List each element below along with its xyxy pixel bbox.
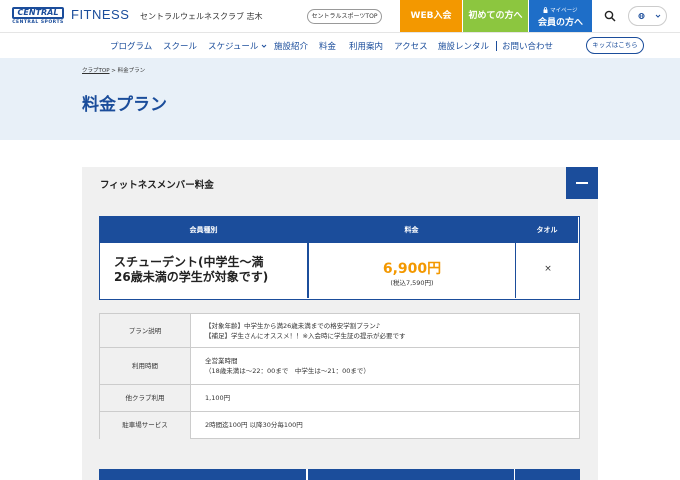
logo-main-text: CENTRAL	[12, 7, 64, 19]
language-selector[interactable]	[628, 6, 667, 26]
nav-access[interactable]: アクセス	[394, 40, 428, 52]
info-row-plan: プラン説明 【対象年齢】中学生から満26歳未満までの格安学割プラン♪ 【補足】学生…	[100, 314, 579, 348]
page-title: 料金プラン	[82, 95, 167, 115]
info-row-parking: 駐車場サービス 2時間迄100円 以降30分毎100円	[100, 412, 579, 439]
breadcrumb-separator: >	[111, 68, 116, 74]
minus-icon	[576, 182, 588, 184]
info-value: 【対象年齢】中学生から満26歳未満までの格安学割プラン♪ 【補足】学生さんにオスス…	[205, 322, 406, 340]
nav-rental[interactable]: 施設レンタル	[438, 40, 489, 52]
header-towel: タオル	[516, 217, 578, 243]
nav-program[interactable]: プログラム	[110, 40, 152, 52]
search-icon[interactable]	[604, 10, 616, 22]
fitness-brand[interactable]: FITNESS	[71, 7, 129, 22]
info-label: 他クラブ利用	[100, 385, 191, 411]
breadcrumb-current: 料金プラン	[117, 68, 146, 74]
main-nav: プログラム スクール スケジュール 施設紹介 料金 利用案内 アクセス 施設レン…	[0, 32, 680, 58]
breadcrumb-home[interactable]: クラブTOP	[82, 68, 110, 74]
column-divider	[306, 469, 308, 480]
collapse-button[interactable]	[566, 167, 598, 199]
member-button[interactable]: マイページ 会員の方へ	[529, 0, 592, 32]
nav-guide[interactable]: 利用案内	[349, 40, 383, 52]
panel-title: フィットネスメンバー料金	[100, 180, 214, 191]
nav-school[interactable]: スクール	[163, 40, 197, 52]
nav-separator	[496, 41, 497, 51]
info-value: 1,100円	[205, 394, 231, 402]
first-time-button[interactable]: 初めての方へ	[463, 0, 528, 32]
info-row-other-club: 他クラブ利用 1,100円	[100, 385, 579, 412]
nav-facility[interactable]: 施設紹介	[274, 40, 308, 52]
info-label: プラン説明	[100, 314, 191, 347]
header-member-type: 会員種別	[100, 217, 307, 243]
chevron-down-icon	[655, 14, 661, 18]
header-price: 料金	[308, 217, 515, 243]
info-label: 駐車場サービス	[100, 412, 191, 439]
central-sports-top-link[interactable]: セントラルスポーツTOP	[307, 9, 382, 24]
globe-icon	[638, 12, 645, 20]
info-label: 利用時間	[100, 348, 191, 384]
member-label: 会員の方へ	[537, 18, 583, 28]
price-table: 会員種別 料金 タオル スチューデント(中学生〜満 26歳未満の学生が対象です)…	[99, 216, 580, 300]
page-hero: クラブTOP > 料金プラン 料金プラン	[0, 58, 680, 140]
nav-price[interactable]: 料金	[319, 40, 336, 52]
next-price-table-header	[99, 469, 580, 480]
breadcrumb: クラブTOP > 料金プラン	[82, 66, 145, 74]
kids-button[interactable]: キッズはこちら	[586, 37, 644, 54]
member-type-cell: スチューデント(中学生〜満 26歳未満の学生が対象です)	[114, 255, 269, 284]
towel-value: ×	[544, 264, 552, 274]
mypage-label: マイページ	[529, 6, 592, 14]
nav-contact[interactable]: お問い合わせ	[502, 40, 553, 52]
lock-icon	[543, 7, 548, 13]
info-value: 全営業時間 （18歳未満は〜22：00まで 中学生は〜21：00まで）	[205, 357, 370, 375]
plan-info-table: プラン説明 【対象年齢】中学生から満26歳未満までの格安学割プラン♪ 【補足】学生…	[99, 313, 580, 439]
price-value: 6,900円	[382, 261, 442, 277]
chevron-down-icon	[261, 44, 267, 48]
info-value: 2時間迄100円 以降30分毎100円	[205, 421, 303, 429]
nav-schedule[interactable]: スケジュール	[208, 40, 267, 52]
web-join-button[interactable]: WEB入会	[400, 0, 462, 32]
logo-sub-text: CENTRAL SPORTS	[12, 20, 64, 25]
central-logo[interactable]: CENTRAL CENTRAL SPORTS	[12, 7, 64, 27]
column-divider	[513, 469, 515, 480]
price-tax-included: (税込7,590円)	[390, 279, 434, 287]
club-name: セントラルウェルネスクラブ 志木	[140, 12, 263, 21]
fitness-member-panel: フィットネスメンバー料金 会員種別 料金 タオル スチューデント(中学生〜満 2…	[82, 167, 598, 480]
info-row-hours: 利用時間 全営業時間 （18歳未満は〜22：00まで 中学生は〜21：00まで）	[100, 348, 579, 385]
site-header: CENTRAL CENTRAL SPORTS FITNESS セントラルウェルネ…	[0, 0, 680, 32]
